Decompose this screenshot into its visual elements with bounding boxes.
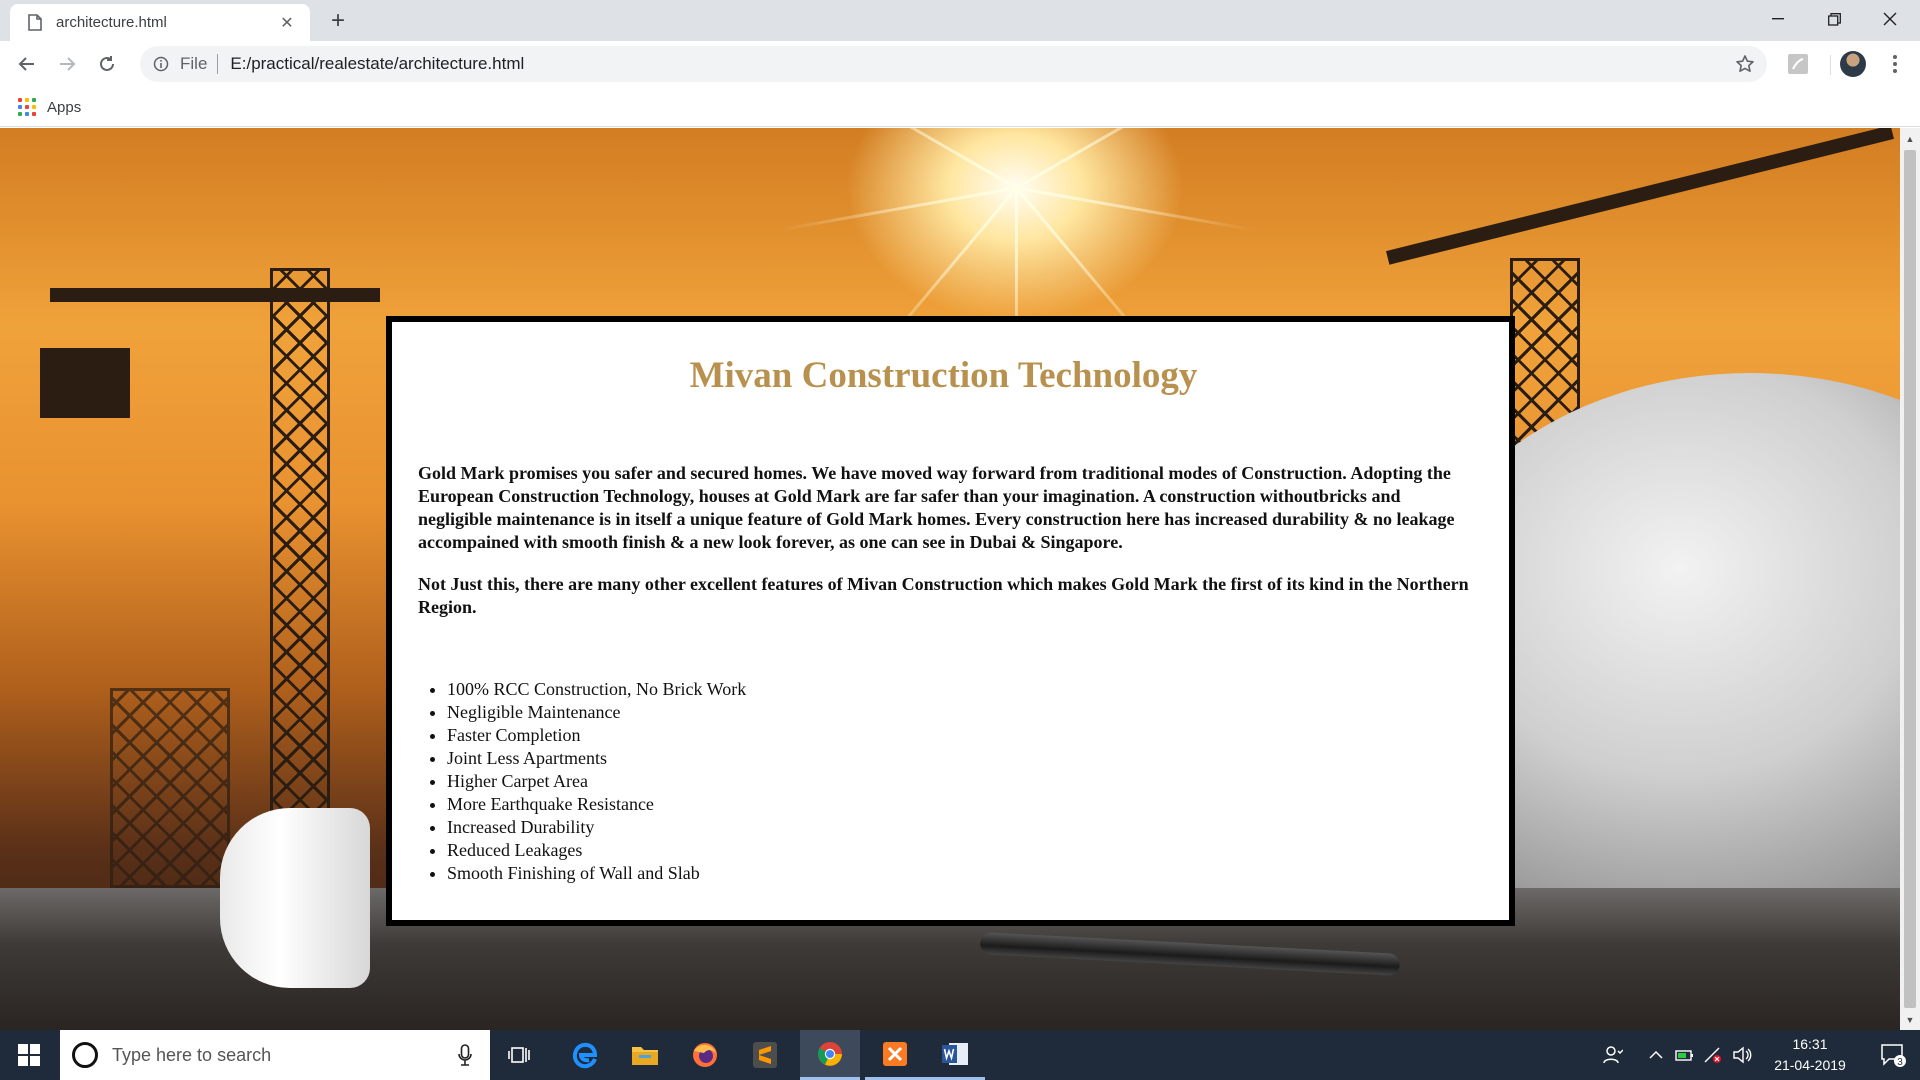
browser-toolbar: File E:/practical/realestate/architectur… <box>0 41 1920 87</box>
arrow-right-icon[interactable] <box>52 49 82 79</box>
feature-item: Joint Less Apartments <box>447 747 1469 770</box>
chevron-up-icon[interactable] <box>1643 1030 1669 1080</box>
scheme-label: File <box>180 54 208 73</box>
intro-paragraph: Gold Mark promises you safer and secured… <box>418 463 1455 552</box>
feature-item: Reduced Leakages <box>447 839 1469 862</box>
tab-title: architecture.html <box>56 14 167 31</box>
restore-icon[interactable] <box>1806 0 1862 38</box>
feature-item: Faster Completion <box>447 724 1469 747</box>
clock-date: 21-04-2019 <box>1774 1057 1846 1073</box>
sun-ray <box>1015 128 1226 190</box>
windows-start-icon[interactable] <box>0 1030 58 1080</box>
toolbar-divider <box>1830 55 1831 75</box>
minimize-icon[interactable] <box>1750 0 1806 38</box>
feature-item: 100% RCC Construction, No Brick Work <box>447 678 1469 701</box>
crane-jib-left <box>50 288 380 302</box>
apps-bookmark[interactable]: Apps <box>18 95 81 119</box>
microphone-icon[interactable] <box>450 1040 480 1070</box>
page-scrollbar[interactable]: ▲ ▼ <box>1900 128 1920 1030</box>
content-card: Mivan Construction Technology Gold Mark … <box>386 316 1515 926</box>
apps-grid-icon <box>18 98 36 116</box>
new-tab-button[interactable]: + <box>325 9 351 35</box>
crane-jib-right <box>1386 128 1894 265</box>
more-menu-icon[interactable] <box>1882 51 1908 77</box>
sun-ray <box>807 128 1018 190</box>
tab-strip: architecture.html ✕ + <box>0 0 1920 41</box>
network-icon[interactable] <box>1700 1030 1726 1080</box>
close-tab-icon[interactable]: ✕ <box>276 12 298 34</box>
features-intro-paragraph: Not Just this, there are many other exce… <box>418 574 1469 617</box>
bookmarks-bar: Apps <box>0 87 1920 127</box>
window-close-icon[interactable] <box>1862 0 1918 38</box>
scroll-down-icon[interactable]: ▼ <box>1900 1011 1920 1028</box>
system-clock[interactable]: 16:31 21-04-2019 <box>1760 1034 1860 1076</box>
feature-item: Higher Carpet Area <box>447 770 1469 793</box>
xampp-icon[interactable] <box>865 1030 925 1080</box>
clock-time: 16:31 <box>1792 1036 1828 1052</box>
chrome-icon[interactable] <box>800 1030 860 1080</box>
task-view-icon[interactable] <box>490 1030 550 1080</box>
feature-item: More Earthquake Resistance <box>447 793 1469 816</box>
address-bar[interactable]: File E:/practical/realestate/architectur… <box>140 46 1767 82</box>
feature-item: Negligible Maintenance <box>447 701 1469 724</box>
profile-avatar[interactable] <box>1840 51 1866 77</box>
url-text[interactable]: E:/practical/realestate/architecture.htm… <box>230 54 524 74</box>
sublime-text-icon[interactable] <box>735 1030 795 1080</box>
pdf-extension-icon[interactable] <box>1787 53 1809 75</box>
notification-icon[interactable]: 3 <box>1865 1030 1920 1080</box>
sun-ray <box>779 186 1017 232</box>
feature-item: Smooth Finishing of Wall and Slab <box>447 862 1469 885</box>
features-list: 100% RCC Construction, No Brick Work Neg… <box>418 678 1469 885</box>
people-icon[interactable] <box>1598 1030 1628 1080</box>
scroll-up-icon[interactable]: ▲ <box>1900 130 1920 147</box>
crane-counterweight-left <box>40 348 130 418</box>
scroll-thumb[interactable] <box>1904 150 1916 1008</box>
address-separator <box>217 54 219 74</box>
feature-item: Increased Durability <box>447 816 1469 839</box>
battery-icon[interactable] <box>1672 1030 1698 1080</box>
cortana-icon <box>72 1042 98 1068</box>
scaffolding <box>110 688 230 888</box>
search-placeholder: Type here to search <box>112 1044 272 1065</box>
file-explorer-icon[interactable] <box>615 1030 675 1080</box>
info-icon[interactable] <box>152 55 170 73</box>
firefox-icon[interactable] <box>675 1030 735 1080</box>
document-icon <box>26 14 44 32</box>
sun-ray <box>1016 186 1254 232</box>
word-icon[interactable] <box>925 1030 985 1080</box>
reload-icon[interactable] <box>92 49 122 79</box>
blueprint-roll <box>220 808 370 988</box>
notification-count: 3 <box>1897 1057 1903 1068</box>
taskbar-search[interactable]: Type here to search <box>60 1030 490 1080</box>
apps-label: Apps <box>47 98 82 116</box>
tab-architecture[interactable]: architecture.html ✕ <box>10 4 310 41</box>
windows-taskbar: Type here to search 16:31 21-04-2019 3 <box>0 1030 1920 1080</box>
arrow-left-icon[interactable] <box>12 49 42 79</box>
page-title: Mivan Construction Technology <box>689 355 1198 396</box>
edge-icon[interactable] <box>555 1030 615 1080</box>
volume-icon[interactable] <box>1728 1030 1756 1080</box>
star-icon[interactable] <box>1735 54 1755 74</box>
